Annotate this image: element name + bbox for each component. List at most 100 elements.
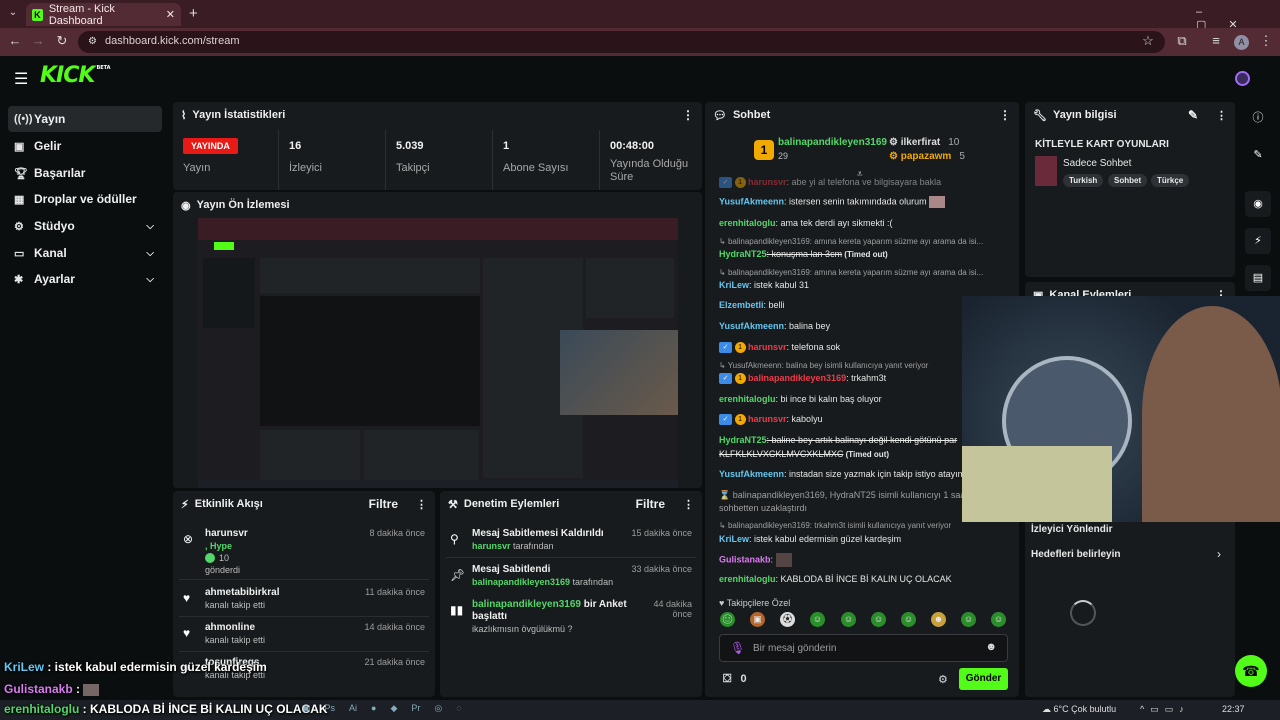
sidebar-item-gelir[interactable]: ▣ Gelir xyxy=(8,133,162,159)
top-gifter-3[interactable]: ⚙ papazawm 5 xyxy=(889,151,965,162)
app-icon[interactable]: ◌ xyxy=(456,703,461,717)
stream-preview-video[interactable] xyxy=(198,218,678,488)
app-icon[interactable]: ◆ xyxy=(390,703,397,717)
chat-user[interactable]: balinapandikleyen3169 xyxy=(748,373,846,383)
category-name[interactable]: Sadece Sohbet xyxy=(1063,158,1131,169)
chat-user[interactable]: Gulistanakb xyxy=(719,554,771,564)
emote-green-icon[interactable]: ☺ xyxy=(991,612,1006,627)
sidebar-item-ayarlar[interactable]: ✱ Ayarlar ⌵ xyxy=(8,266,162,292)
emote-green-icon[interactable]: ☺ xyxy=(961,612,976,627)
emote-green-icon[interactable]: ☺ xyxy=(871,612,886,627)
chat-user[interactable]: harunsvr xyxy=(748,414,787,424)
sidebar-item-studyo[interactable]: ⚙ Stüdyo ⌵ xyxy=(8,213,162,239)
edit-icon[interactable]: ✎ xyxy=(1245,142,1271,168)
tag-chip[interactable]: Türkçe xyxy=(1151,174,1190,187)
edit-icon[interactable]: ✎ xyxy=(1188,108,1198,122)
top-gifter-2[interactable]: ⚙ ilkerfirat 10 xyxy=(889,137,959,148)
extensions-icon[interactable]: ⧉ xyxy=(1173,33,1191,49)
chat-user[interactable]: harunsvr xyxy=(748,177,787,187)
chat-user[interactable]: erenhitaloglu xyxy=(719,218,776,228)
tab-close-icon[interactable]: ✕ xyxy=(166,8,175,21)
chat-user[interactable]: YusufAkmeenn xyxy=(719,469,784,479)
more-icon[interactable]: ⋮ xyxy=(683,498,694,511)
kick-logo[interactable]: KICK BETA xyxy=(40,63,111,88)
media-icon[interactable]: ≡ xyxy=(1207,33,1225,48)
chrome-icon[interactable]: ◎ xyxy=(434,703,442,717)
app-icon[interactable]: Ps xyxy=(325,703,336,717)
weather-widget[interactable]: ☁ 6°C Çok bulutlu xyxy=(1042,704,1116,715)
reload-icon[interactable]: ↻ xyxy=(53,33,71,49)
chat-user[interactable]: KriLew xyxy=(719,534,749,544)
top-gifter-name[interactable]: balinapandikleyen3169 xyxy=(778,137,887,148)
chat-user[interactable]: HydraNT25 xyxy=(719,249,767,259)
chat-user[interactable]: HydraNT25 xyxy=(719,435,767,445)
moderation-user[interactable]: balinapandikleyen3169 xyxy=(472,599,581,610)
chat-settings-icon[interactable]: ⚙ xyxy=(938,673,948,686)
sidebar-item-kanal[interactable]: ▭ Kanal ⌵ xyxy=(8,240,162,266)
activity-user[interactable]: harunsvr xyxy=(205,528,248,539)
activity-filter-button[interactable]: Filtre xyxy=(369,497,398,511)
moderation-filter-button[interactable]: Filtre xyxy=(636,497,665,511)
info-icon[interactable]: ⓘ xyxy=(1245,105,1271,131)
emote-kick-icon[interactable]: 🙂︎ xyxy=(720,612,735,627)
emote-green-icon[interactable]: ☺ xyxy=(841,612,856,627)
send-button[interactable]: Gönder xyxy=(959,668,1008,690)
chat-user[interactable]: YusufAkmeenn xyxy=(719,321,784,331)
profile-avatar[interactable]: A xyxy=(1234,35,1249,50)
emote-green-icon[interactable]: ☺ xyxy=(901,612,916,627)
back-icon[interactable]: ← xyxy=(6,33,24,48)
site-info-icon[interactable]: ⚙ xyxy=(88,36,97,47)
system-tray[interactable]: ^▭▭♪ xyxy=(1140,704,1190,715)
chat-user[interactable]: harunsvr xyxy=(748,342,787,352)
emote-box-icon[interactable]: ▣ xyxy=(750,612,765,627)
chat-user[interactable]: KriLew xyxy=(719,280,749,290)
sidebar-item-yayin[interactable]: ((•)) Yayın xyxy=(8,106,162,132)
emoji-icon[interactable]: ☻ xyxy=(985,641,997,653)
emote-green-icon[interactable]: ☺ xyxy=(810,612,825,627)
chat-input[interactable]: 🎙︎ Bir mesaj gönderin ☻ xyxy=(719,634,1008,662)
redirect-viewers-action[interactable]: İzleyici Yönlendir xyxy=(1031,524,1113,535)
bookmark-star-icon[interactable]: ☆ xyxy=(1139,33,1157,49)
browser-menu-icon[interactable]: ⋮ xyxy=(1257,33,1275,49)
gift-counter[interactable]: ⛋ 0 xyxy=(723,673,747,686)
browser-tab[interactable]: K Stream - Kick Dashboard ✕ xyxy=(26,3,181,27)
app-icon[interactable]: ▣ xyxy=(302,703,311,717)
chat-user[interactable]: erenhitaloglu xyxy=(719,394,776,404)
emote-face-icon[interactable]: ☻ xyxy=(931,612,946,627)
clock[interactable]: 22:37 xyxy=(1222,704,1245,714)
forward-icon[interactable]: → xyxy=(29,33,47,48)
bolt-icon[interactable]: ⚡︎ xyxy=(1245,228,1271,254)
sidebar-item-basarilar[interactable]: 🏆︎ Başarılar xyxy=(8,160,162,186)
hamburger-menu-icon[interactable]: ☰ xyxy=(14,69,28,89)
tab-search-icon[interactable]: ⌄ xyxy=(4,7,22,18)
microphone-icon[interactable]: 🎙︎ xyxy=(730,641,745,655)
url-input[interactable]: dashboard.kick.com/stream xyxy=(78,31,1165,53)
chat-user[interactable]: erenhitaloglu xyxy=(719,574,776,584)
category-thumbnail[interactable] xyxy=(1035,156,1057,186)
more-icon[interactable]: ⋮ xyxy=(1216,109,1227,122)
app-icon[interactable]: Ai xyxy=(349,703,357,717)
new-tab-icon[interactable]: + xyxy=(189,5,198,22)
chat-user[interactable]: Elzembetli xyxy=(719,300,764,310)
moderation-user[interactable]: balinapandikleyen3169 xyxy=(472,577,570,587)
emote-ball-icon[interactable]: ⚽︎ xyxy=(780,612,795,627)
activity-user[interactable]: ahmonline xyxy=(205,622,255,633)
app-icon[interactable]: Pr xyxy=(411,703,420,717)
tag-chip[interactable]: Turkish xyxy=(1063,174,1104,187)
moderation-action: Mesaj Sabitlendi xyxy=(472,564,551,575)
document-icon[interactable]: ▤ xyxy=(1245,265,1271,291)
activity-user[interactable]: ahmetabibirkral xyxy=(205,587,279,598)
more-icon[interactable]: ⋮ xyxy=(999,108,1011,122)
support-chat-icon[interactable]: ☎ xyxy=(1235,655,1267,687)
moderation-user[interactable]: harunsvr xyxy=(472,541,511,551)
user-avatar[interactable] xyxy=(1235,71,1250,86)
tag-chip[interactable]: Sohbet xyxy=(1108,174,1148,187)
set-goals-action[interactable]: Hedefleri belirleyin xyxy=(1031,549,1120,560)
more-icon[interactable]: ⋮ xyxy=(682,108,694,122)
more-icon[interactable]: ⋮ xyxy=(416,498,427,511)
sidebar-item-droplar[interactable]: ▦ Droplar ve ödüller xyxy=(8,186,162,212)
chevron-right-icon[interactable]: › xyxy=(1217,547,1221,561)
app-icon[interactable]: ● xyxy=(371,703,376,717)
chat-user[interactable]: YusufAkmeenn xyxy=(719,196,784,206)
camera-icon[interactable]: ◉ xyxy=(1245,191,1271,217)
